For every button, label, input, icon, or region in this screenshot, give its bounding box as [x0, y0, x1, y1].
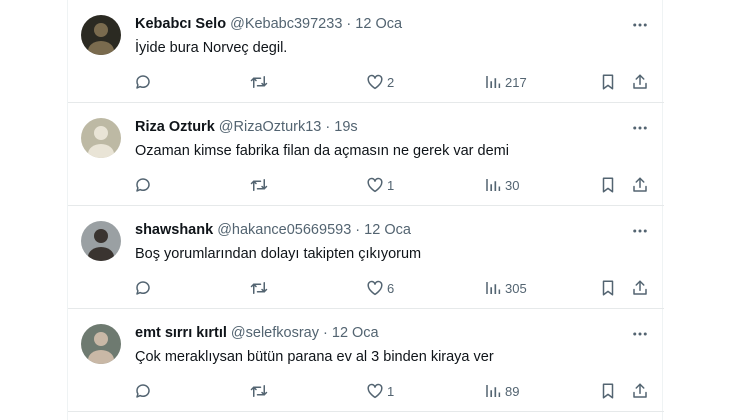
heart-icon: [366, 176, 384, 194]
reply-button[interactable]: [134, 71, 152, 93]
like-count: 2: [387, 74, 395, 90]
more-icon[interactable]: [630, 324, 650, 344]
retweet-button[interactable]: [249, 174, 269, 196]
timestamp[interactable]: 12 Oca: [364, 222, 411, 238]
tweet-header: emt sırrı kırtıl @selefkosray · 12 Oca: [135, 323, 379, 343]
reply-button[interactable]: [134, 380, 152, 402]
share-button[interactable]: [631, 174, 649, 196]
like-count: 1: [387, 177, 395, 193]
display-name[interactable]: shawshank: [135, 222, 213, 238]
reply-icon: [134, 73, 152, 91]
separator-dot: ·: [355, 222, 361, 238]
views-icon: [484, 382, 502, 400]
bookmark-button[interactable]: [600, 71, 616, 93]
view-count: 217: [505, 74, 527, 90]
like-count: 6: [387, 280, 395, 296]
share-button[interactable]: [631, 71, 649, 93]
share-button[interactable]: [631, 380, 649, 402]
bookmark-icon: [600, 73, 616, 91]
retweet-icon: [249, 382, 269, 400]
like-count: 1: [387, 383, 395, 399]
timestamp[interactable]: 12 Oca: [355, 16, 402, 32]
retweet-button[interactable]: [249, 277, 269, 299]
user-handle[interactable]: @RizaOzturk13: [219, 119, 322, 135]
user-handle[interactable]: @hakance05669593: [217, 222, 351, 238]
share-icon: [631, 279, 649, 297]
reply-button[interactable]: [134, 277, 152, 299]
reply-button[interactable]: [134, 174, 152, 196]
display-name[interactable]: Riza Ozturk: [135, 119, 215, 135]
more-icon[interactable]: [630, 118, 650, 138]
like-button[interactable]: 6: [366, 277, 394, 299]
tweet-header: shawshank @hakance05669593 · 12 Oca: [135, 220, 411, 240]
display-name[interactable]: Kebabcı Selo: [135, 16, 226, 32]
avatar[interactable]: [81, 324, 121, 364]
separator-dot: ·: [323, 325, 328, 341]
like-button[interactable]: 2: [366, 71, 394, 93]
tweet-text: Çok meraklıysan bütün parana ev al 3 bin…: [135, 349, 494, 365]
heart-icon: [366, 279, 384, 297]
share-icon: [631, 382, 649, 400]
like-button[interactable]: 1: [366, 174, 394, 196]
bookmark-icon: [600, 382, 616, 400]
display-name[interactable]: emt sırrı kırtıl: [135, 325, 227, 341]
views-button[interactable]: 30: [484, 174, 519, 196]
tweet[interactable]: Kebabcı Selo @Kebabc397233 · 12 Oca İyid…: [68, 0, 664, 103]
tweet-header: Kebabcı Selo @Kebabc397233 · 12 Oca: [135, 14, 402, 34]
views-icon: [484, 279, 502, 297]
more-icon[interactable]: [630, 15, 650, 35]
view-count: 30: [505, 177, 520, 193]
tweet[interactable]: Riza Ozturk @RizaOzturk13 · 19s Ozaman k…: [68, 103, 664, 206]
share-icon: [631, 73, 649, 91]
tweet-text: İyide bura Norveç degil.: [135, 40, 288, 56]
user-handle[interactable]: @Kebabc397233: [230, 16, 342, 32]
tweet[interactable]: emt sırrı kırtıl @selefkosray · 12 Oca Ç…: [68, 309, 664, 412]
reply-feed: Kebabcı Selo @Kebabc397233 · 12 Oca İyid…: [67, 0, 664, 420]
avatar[interactable]: [81, 15, 121, 55]
avatar[interactable]: [81, 118, 121, 158]
timestamp[interactable]: 19s: [334, 119, 357, 135]
bookmark-button[interactable]: [600, 277, 616, 299]
more-icon[interactable]: [630, 221, 650, 241]
heart-icon: [366, 73, 384, 91]
tweet-text: Ozaman kimse fabrika filan da açmasın ne…: [135, 143, 509, 159]
like-button[interactable]: 1: [366, 380, 394, 402]
retweet-icon: [249, 73, 269, 91]
views-button[interactable]: 89: [484, 380, 519, 402]
bookmark-icon: [600, 176, 616, 194]
reply-icon: [134, 382, 152, 400]
avatar[interactable]: [81, 221, 121, 261]
reply-icon: [134, 176, 152, 194]
separator-dot: ·: [325, 119, 331, 135]
views-icon: [484, 73, 502, 91]
bookmark-button[interactable]: [600, 174, 616, 196]
retweet-button[interactable]: [249, 71, 269, 93]
separator-dot: ·: [346, 16, 352, 32]
views-button[interactable]: 305: [484, 277, 527, 299]
bookmark-icon: [600, 279, 616, 297]
retweet-button[interactable]: [249, 380, 269, 402]
tweet-header: Riza Ozturk @RizaOzturk13 · 19s: [135, 117, 358, 137]
view-count: 305: [505, 280, 527, 296]
retweet-icon: [249, 279, 269, 297]
tweet[interactable]: shawshank @hakance05669593 · 12 Oca Boş …: [68, 206, 664, 309]
views-icon: [484, 176, 502, 194]
share-icon: [631, 176, 649, 194]
reply-icon: [134, 279, 152, 297]
retweet-icon: [249, 176, 269, 194]
tweet-text: Boş yorumlarından dolayı takipten çıkıyo…: [135, 246, 422, 262]
heart-icon: [366, 382, 384, 400]
view-count: 89: [505, 383, 520, 399]
share-button[interactable]: [631, 277, 649, 299]
user-handle[interactable]: @selefkosray: [231, 325, 319, 341]
bookmark-button[interactable]: [600, 380, 616, 402]
views-button[interactable]: 217: [484, 71, 527, 93]
timestamp[interactable]: 12 Oca: [332, 325, 379, 341]
